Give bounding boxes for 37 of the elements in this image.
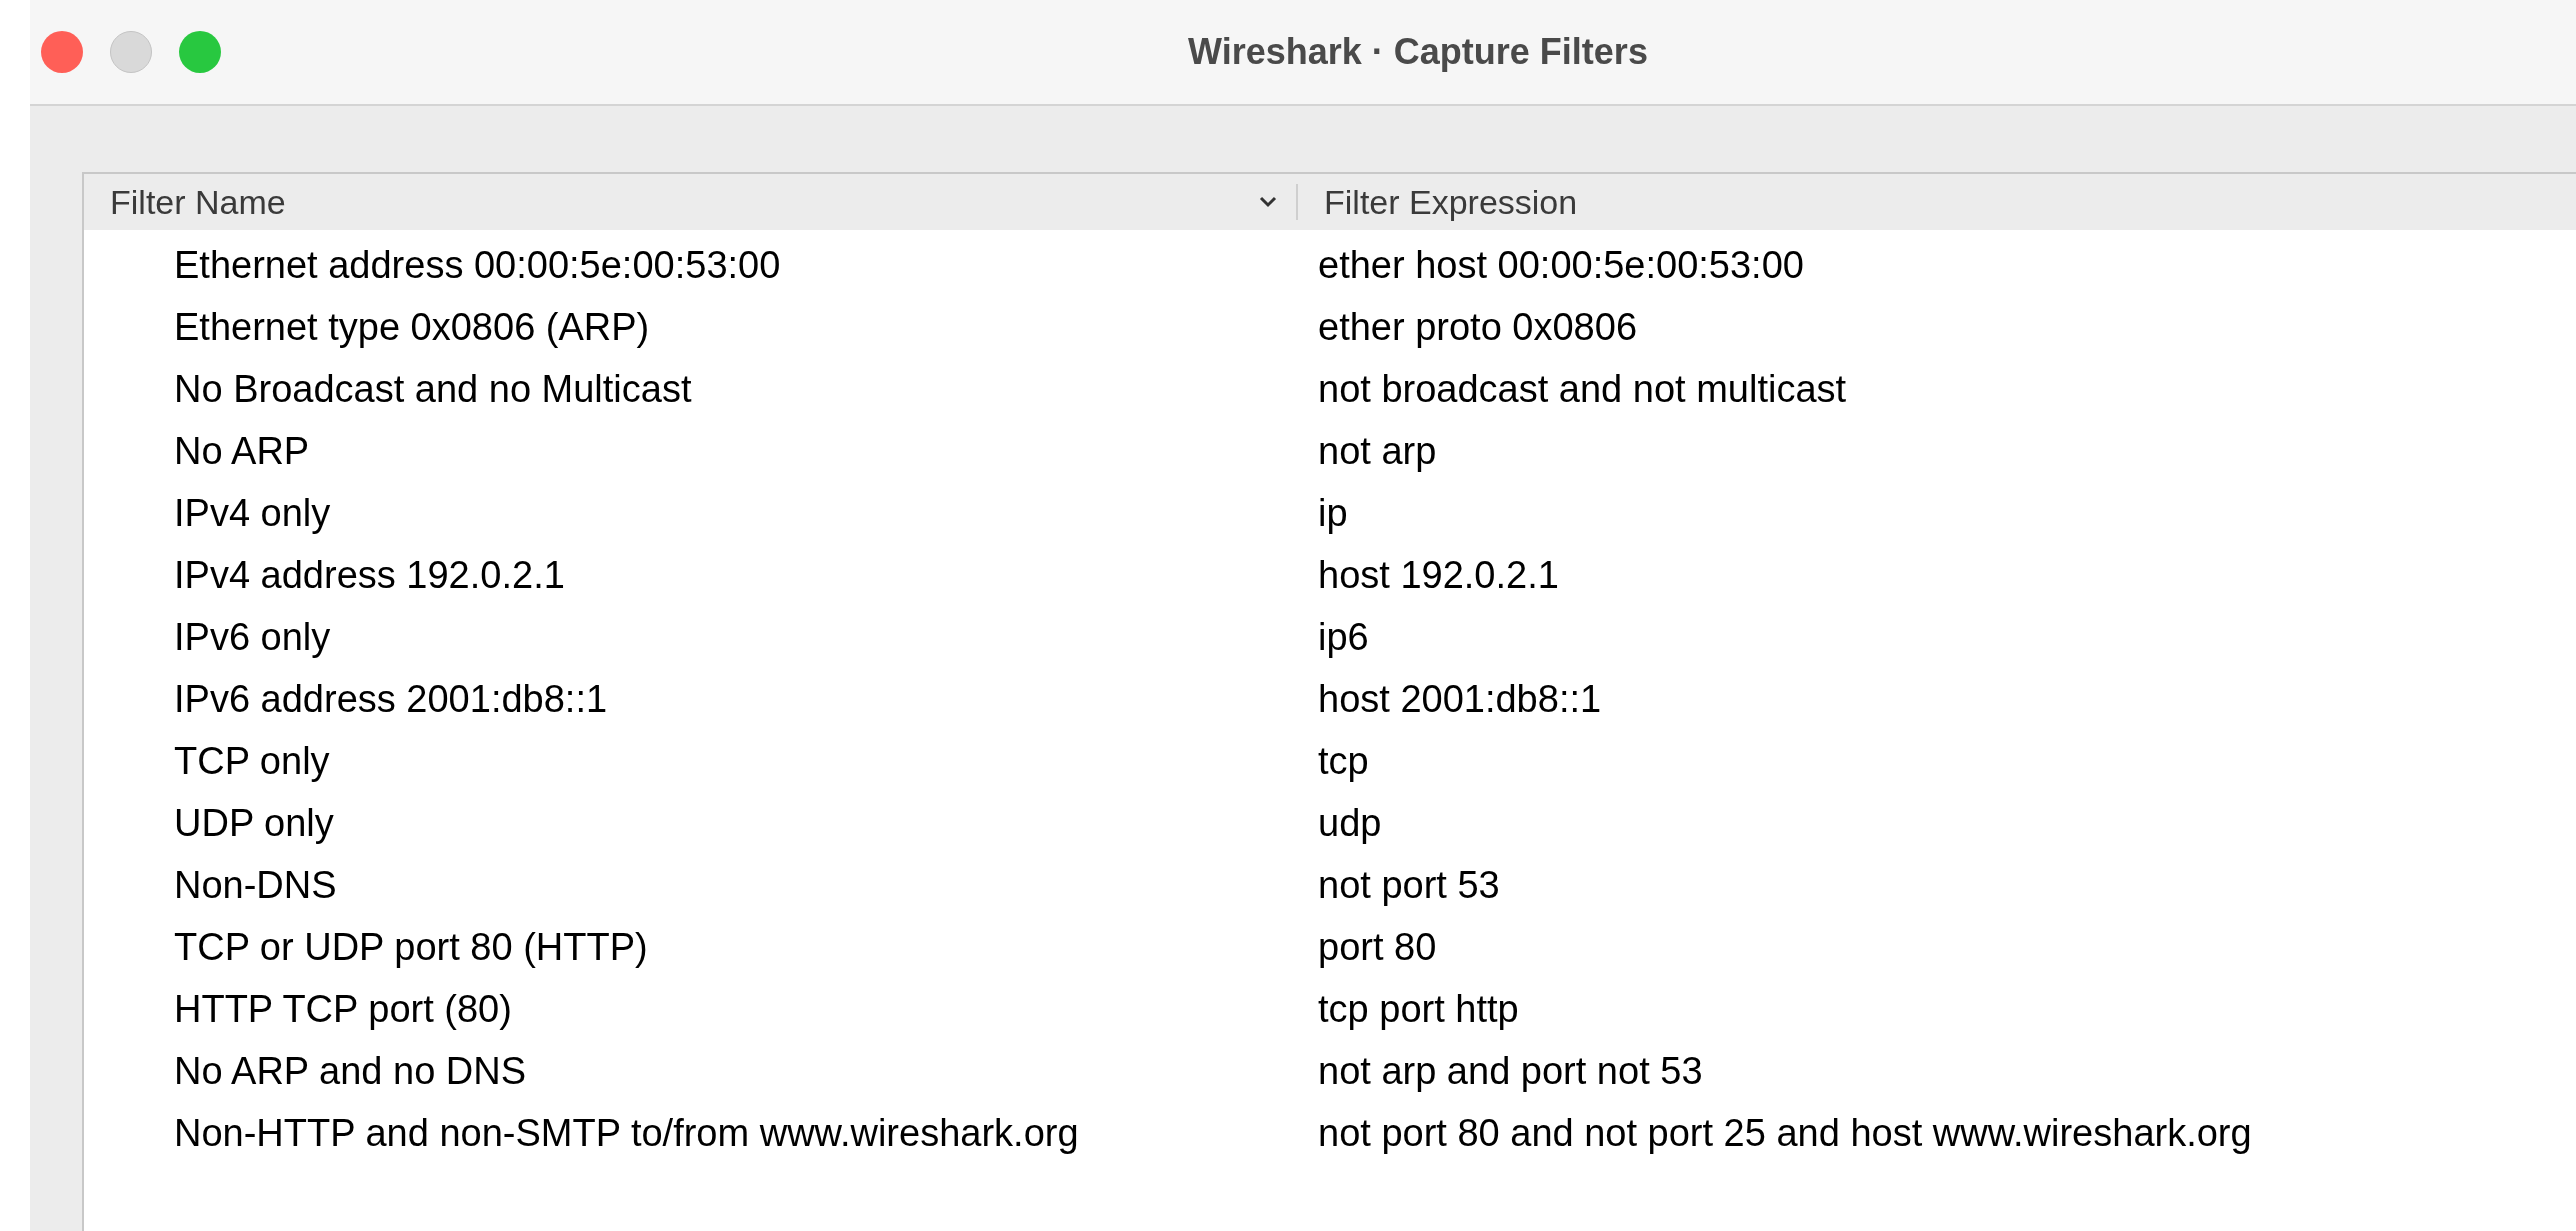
- column-header[interactable]: Filter Name: [84, 184, 1298, 220]
- table-cell-text: not arp and port not 53: [1317, 1048, 1703, 1094]
- zoom-icon[interactable]: [179, 31, 221, 73]
- table-cell-text: TCP or UDP port 80 (HTTP): [173, 924, 649, 970]
- table-cell-text: ip: [1317, 490, 1348, 536]
- minimize-icon[interactable]: [110, 31, 152, 73]
- chevron-down-icon: [1258, 195, 1278, 209]
- table-cell-text: Non-DNS: [173, 862, 338, 908]
- table-cell-text: IPv6 address 2001:db8::1: [173, 676, 609, 722]
- table-cell-text: HTTP TCP port (80): [173, 986, 513, 1032]
- table-cell-text: Ethernet address 00:00:5e:00:53:00: [173, 242, 782, 288]
- table-cell-text: host 192.0.2.1: [1317, 552, 1559, 598]
- table-cell-text: not port 80 and not port 25 and host www.wireshark.org: [1317, 1110, 2252, 1156]
- table-cell-text: ether proto 0x0806: [1317, 304, 1637, 350]
- window-title: Wireshark · Capture Filters: [1188, 30, 1648, 74]
- table-cell-text: UDP only: [173, 800, 335, 846]
- table-cell-text: IPv4 address 192.0.2.1: [173, 552, 566, 598]
- table-cell-text: host 2001:db8::1: [1317, 676, 1602, 722]
- column-header[interactable]: Filter Expression: [1298, 184, 2576, 220]
- table-cell-text: port 80: [1317, 924, 1437, 970]
- table-cell-text: No ARP: [173, 428, 311, 474]
- table-cell-text: ether host 00:00:5e:00:53:00: [1317, 242, 1804, 288]
- table-cell-text: not port 53: [1317, 862, 1500, 908]
- table-cell-text: IPv4 only: [173, 490, 332, 536]
- table-cell-text: Non-HTTP and non-SMTP to/from www.wireshark.org: [173, 1110, 1080, 1156]
- table-cell-text: IPv6 only: [173, 614, 332, 660]
- close-icon[interactable]: [41, 31, 83, 73]
- table-cell-text: tcp: [1317, 738, 1369, 784]
- table-cell-text: tcp port http: [1317, 986, 1519, 1032]
- table-cell-text: not broadcast and not multicast: [1317, 366, 1847, 412]
- table-cell-text: ip6: [1317, 614, 1369, 660]
- table-cell-text: No Broadcast and no Multicast: [173, 366, 693, 412]
- table-cell-text: No ARP and no DNS: [173, 1048, 528, 1094]
- table-cell-text: TCP only: [173, 738, 331, 784]
- table-cell-text: not arp: [1317, 428, 1437, 474]
- table-cell-text: udp: [1317, 800, 1382, 846]
- table-cell-text: Ethernet type 0x0806 (ARP): [173, 304, 651, 350]
